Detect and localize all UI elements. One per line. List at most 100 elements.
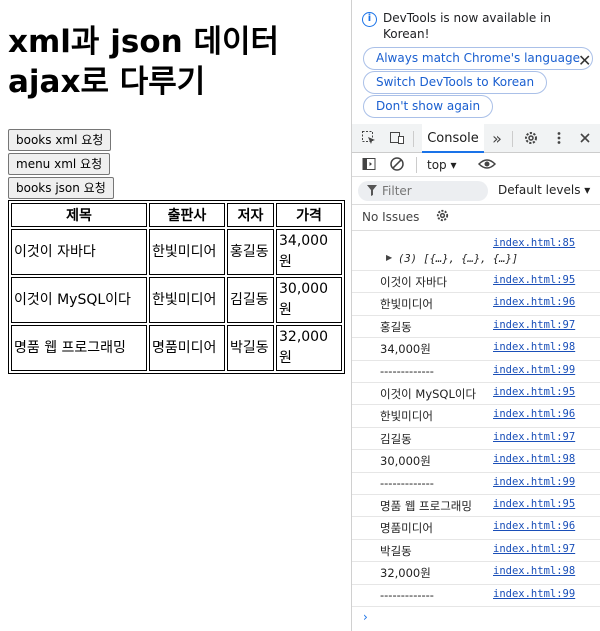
table-row: 이것이 자바다 한빛미디어 홍길동 34,000원: [11, 229, 342, 275]
sidebar-toggle-icon[interactable]: [360, 156, 378, 174]
log-source-link[interactable]: index.html:95: [493, 386, 575, 398]
log-message: 이것이 자바다: [380, 275, 448, 289]
devtools-tabbar: Console »: [352, 124, 600, 153]
log-message: 홍길동: [380, 319, 412, 334]
console-prompt[interactable]: ›: [363, 610, 368, 624]
log-entry: 30,000원 index.html:98: [352, 450, 600, 473]
log-entry: ------------- index.html:99: [352, 585, 600, 607]
language-infobar: i DevTools is now available in Korean! A…: [352, 0, 600, 124]
cell-title: 이것이 자바다: [11, 229, 147, 275]
devtools-panel: i DevTools is now available in Korean! A…: [351, 0, 600, 631]
expand-triangle-icon[interactable]: ▶: [386, 253, 392, 262]
books-table: 제목 출판사 저자 가격 이것이 자바다 한빛미디어 홍길동 34,000원 이…: [8, 200, 345, 374]
cell-author: 홍길동: [227, 229, 274, 275]
log-source-link[interactable]: index.html:97: [493, 319, 575, 331]
books-xml-request-button[interactable]: books xml 요청: [8, 129, 112, 151]
log-entry: 김길동 index.html:97: [352, 428, 600, 451]
log-source-link[interactable]: index.html:85: [493, 237, 575, 249]
cell-price: 34,000원: [276, 229, 342, 275]
array-preview: (3) [{…}, {…}, {…}]: [398, 253, 519, 265]
log-message: -------------: [380, 363, 434, 378]
table-row: 명품 웹 프로그래밍 명품미디어 박길동 32,000원: [11, 325, 342, 371]
log-levels-dropdown[interactable]: Default levels ▾: [498, 183, 590, 197]
log-source-link[interactable]: index.html:99: [493, 476, 575, 488]
log-entry: 홍길동 index.html:97: [352, 316, 600, 339]
device-toolbar-icon[interactable]: [388, 130, 406, 148]
menu-xml-request-button[interactable]: menu xml 요청: [8, 153, 111, 175]
more-options-icon[interactable]: [550, 130, 568, 148]
settings-gear-icon[interactable]: [522, 130, 540, 148]
cell-publisher: 한빛미디어: [149, 277, 225, 323]
log-source-link[interactable]: index.html:98: [493, 453, 575, 465]
console-toolbar: top ▾: [352, 153, 600, 177]
log-source-link[interactable]: index.html:99: [493, 588, 575, 600]
log-message: -------------: [380, 475, 434, 490]
log-message: 한빛미디어: [380, 409, 433, 424]
info-icon: i: [362, 12, 377, 27]
log-source-link[interactable]: index.html:95: [493, 274, 575, 286]
toolbar-divider: [413, 131, 414, 147]
log-source-link[interactable]: index.html:95: [493, 498, 575, 510]
log-message: 명품 웹 프로그래밍: [380, 499, 472, 513]
log-message: 한빛미디어: [380, 297, 433, 312]
log-entry: 한빛미디어 index.html:96: [352, 293, 600, 316]
issues-count[interactable]: No Issues: [362, 210, 419, 224]
log-source-link[interactable]: index.html:96: [493, 520, 575, 532]
inspect-element-icon[interactable]: [360, 130, 378, 148]
books-json-request-button[interactable]: books json 요청: [8, 177, 114, 199]
close-devtools-icon[interactable]: [576, 130, 594, 148]
filter-funnel-icon: [367, 185, 377, 199]
header-price: 가격: [276, 203, 342, 227]
filter-bar: Default levels ▾: [352, 177, 600, 205]
log-message: 이것이 MySQL이다: [380, 387, 477, 401]
log-entry: 명품 웹 프로그래밍 index.html:95: [352, 495, 600, 518]
log-message: -------------: [380, 587, 434, 602]
page-title: xml과 json 데이터 ajax로 다루기: [8, 24, 280, 100]
log-source-link[interactable]: index.html:98: [493, 565, 575, 577]
live-expression-eye-icon[interactable]: [477, 156, 497, 174]
log-message: 32,000원: [380, 566, 431, 581]
log-source-link[interactable]: index.html:99: [493, 364, 575, 376]
page-content: xml과 json 데이터 ajax로 다루기 books xml 요청 men…: [0, 0, 351, 631]
filter-input[interactable]: [358, 181, 488, 201]
log-entry: 이것이 자바다 index.html:95: [352, 271, 600, 294]
always-match-language-button[interactable]: Always match Chrome's language: [363, 47, 593, 70]
log-message: 명품미디어: [380, 521, 433, 536]
dont-show-again-button[interactable]: Don't show again: [363, 95, 494, 118]
issues-bar: No Issues: [352, 205, 600, 231]
log-entry: 34,000원 index.html:98: [352, 338, 600, 361]
cell-title: 이것이 MySQL이다: [11, 277, 147, 323]
toolbar-divider: [512, 131, 513, 147]
cell-publisher: 명품미디어: [149, 325, 225, 371]
cell-title: 명품 웹 프로그래밍: [11, 325, 147, 371]
context-selector[interactable]: top ▾: [427, 156, 457, 174]
log-source-link[interactable]: index.html:98: [493, 341, 575, 353]
cell-price: 32,000원: [276, 325, 342, 371]
log-message: 34,000원: [380, 342, 431, 357]
header-publisher: 출판사: [149, 203, 225, 227]
table-header-row: 제목 출판사 저자 가격: [11, 203, 342, 227]
table-row: 이것이 MySQL이다 한빛미디어 김길동 30,000원: [11, 277, 342, 323]
console-settings-gear-icon[interactable]: [435, 208, 450, 227]
log-source-link[interactable]: index.html:96: [493, 408, 575, 420]
log-source-link[interactable]: index.html:97: [493, 543, 575, 555]
log-entry: ------------- index.html:99: [352, 473, 600, 495]
log-entry: 박길동 index.html:97: [352, 540, 600, 563]
tab-console[interactable]: Console: [422, 124, 484, 153]
log-source-link[interactable]: index.html:97: [493, 431, 575, 443]
log-entry: 명품미디어 index.html:96: [352, 517, 600, 540]
header-title: 제목: [11, 203, 147, 227]
switch-to-korean-button[interactable]: Switch DevTools to Korean: [363, 71, 548, 94]
log-entry: 한빛미디어 index.html:96: [352, 405, 600, 428]
log-entry-array[interactable]: index.html:85 ▶ (3) [{…}, {…}, {…}]: [352, 231, 600, 271]
close-icon[interactable]: ✕: [578, 53, 591, 69]
log-entry: 이것이 MySQL이다 index.html:95: [352, 383, 600, 406]
toolbar-divider: [416, 157, 417, 173]
infobar-message: DevTools is now available in Korean!: [383, 11, 551, 41]
log-entry: 32,000원 index.html:98: [352, 562, 600, 585]
more-tabs-icon[interactable]: »: [488, 130, 506, 148]
log-message: 박길동: [380, 543, 412, 558]
clear-console-icon[interactable]: [388, 156, 406, 174]
log-source-link[interactable]: index.html:96: [493, 296, 575, 308]
log-message: 김길동: [380, 431, 412, 446]
